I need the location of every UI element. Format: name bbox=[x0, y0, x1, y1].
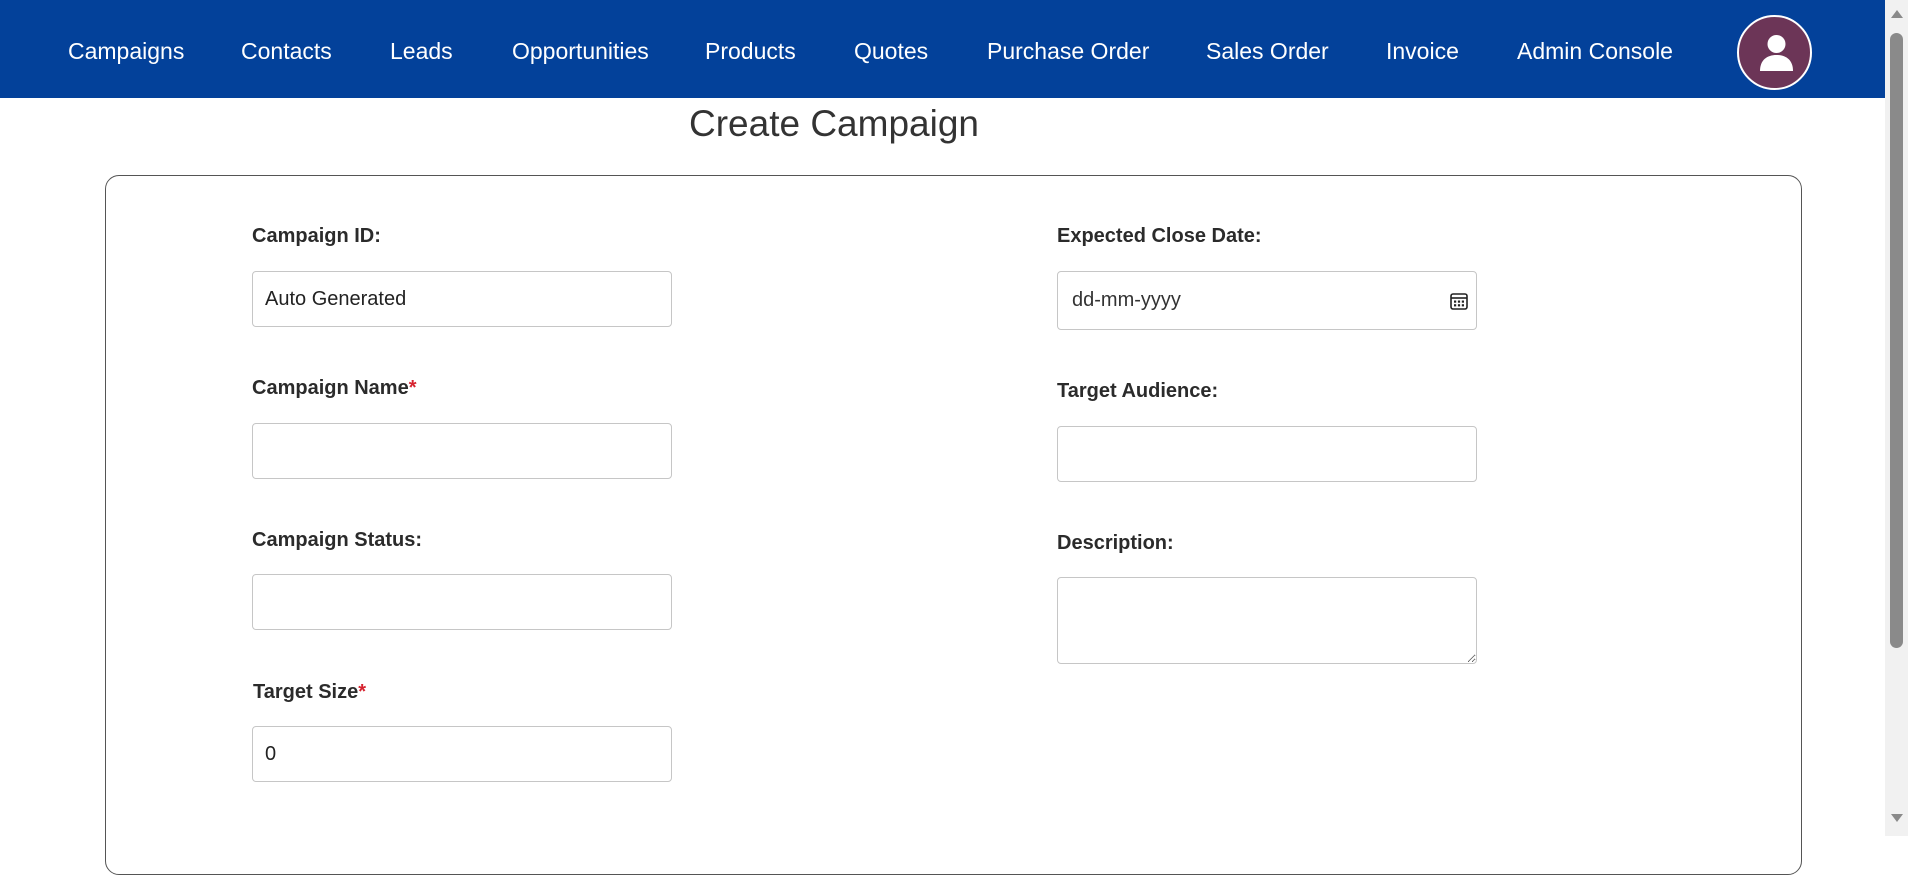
nav-item-quotes[interactable]: Quotes bbox=[854, 38, 928, 65]
expected-close-date-label: Expected Close Date: bbox=[1057, 225, 1262, 247]
nav-item-opportunities[interactable]: Opportunities bbox=[512, 38, 649, 65]
target-size-label-text: Target Size bbox=[253, 681, 359, 703]
nav-item-contacts[interactable]: Contacts bbox=[241, 38, 332, 65]
date-placeholder: dd-mm-yyyy bbox=[1072, 289, 1181, 311]
user-avatar-button[interactable] bbox=[1737, 15, 1812, 90]
target-size-field[interactable] bbox=[252, 726, 672, 782]
nav-item-admin-console[interactable]: Admin Console bbox=[1517, 38, 1673, 65]
page-title: Create Campaign bbox=[689, 103, 979, 144]
target-audience-label: Target Audience: bbox=[1057, 380, 1219, 402]
required-asterisk: * bbox=[358, 681, 367, 703]
campaign-status-label: Campaign Status: bbox=[252, 529, 423, 551]
scroll-up-arrow-icon[interactable] bbox=[1891, 10, 1903, 18]
campaign-name-field[interactable] bbox=[252, 423, 672, 479]
nav-item-campaigns[interactable]: Campaigns bbox=[68, 38, 184, 65]
campaign-name-label: Campaign Name* bbox=[252, 377, 417, 400]
required-asterisk: * bbox=[408, 377, 417, 399]
nav-item-leads[interactable]: Leads bbox=[390, 38, 453, 65]
create-campaign-form: Campaign ID: Campaign Name* Campaign Sta… bbox=[105, 175, 1802, 875]
description-field[interactable] bbox=[1057, 577, 1477, 664]
description-label: Description: bbox=[1057, 532, 1174, 554]
target-size-label: Target Size* bbox=[253, 681, 366, 704]
nav-item-invoice[interactable]: Invoice bbox=[1386, 38, 1459, 65]
top-navbar: Campaigns Contacts Leads Opportunities P… bbox=[0, 0, 1885, 98]
nav-item-sales-order[interactable]: Sales Order bbox=[1206, 38, 1329, 65]
scroll-down-arrow-icon[interactable] bbox=[1891, 814, 1903, 822]
campaign-name-label-text: Campaign Name bbox=[252, 377, 409, 399]
nav-item-products[interactable]: Products bbox=[705, 38, 796, 65]
scrollbar-thumb[interactable] bbox=[1890, 33, 1903, 648]
campaign-status-field[interactable] bbox=[252, 574, 672, 630]
campaign-id-field[interactable] bbox=[252, 271, 672, 327]
nav-item-purchase-order[interactable]: Purchase Order bbox=[987, 38, 1149, 65]
campaign-id-label: Campaign ID: bbox=[252, 225, 381, 247]
page-scrollbar[interactable] bbox=[1885, 0, 1908, 836]
target-audience-field[interactable] bbox=[1057, 426, 1477, 482]
expected-close-date-field[interactable]: dd-mm-yyyy bbox=[1057, 271, 1477, 330]
calendar-icon[interactable] bbox=[1450, 292, 1468, 310]
user-icon bbox=[1760, 35, 1793, 71]
